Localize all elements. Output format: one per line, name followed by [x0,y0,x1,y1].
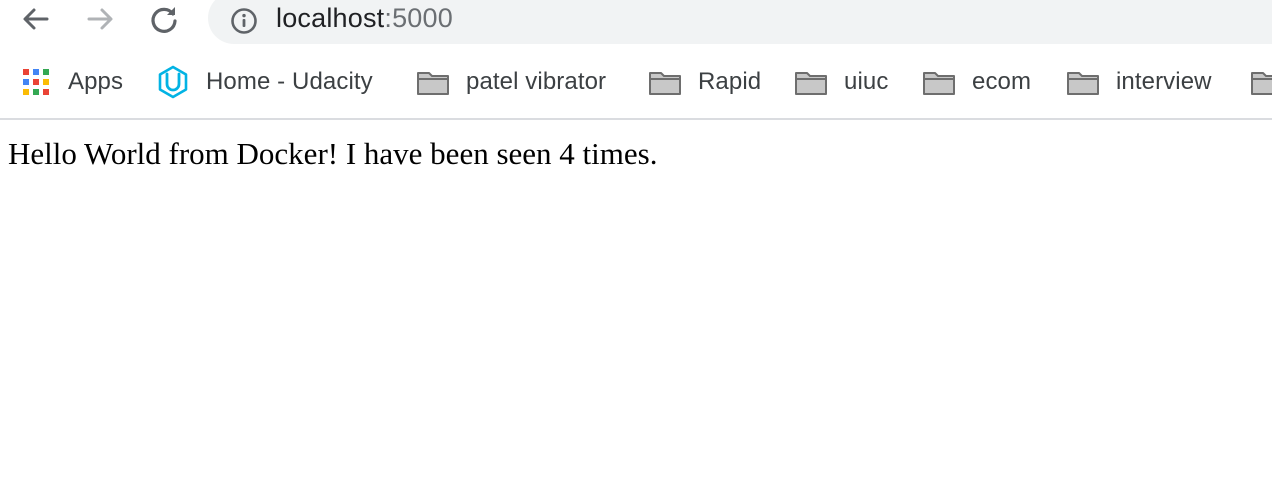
page-message: Hello World from Docker! I have been see… [8,136,658,171]
apps-grid-icon [23,69,49,95]
folder-icon [795,72,827,95]
bookmark-label: uiuc [844,68,889,95]
browser-toolbar: localhost:5000 [0,0,1272,46]
reload-button[interactable] [144,0,184,38]
bookmark-label: Apps [68,68,124,95]
folder-icon [649,72,681,95]
arrow-left-icon [23,8,49,30]
bookmark-label: Home - Udacity [206,68,373,95]
bookmark-label: interview [1116,68,1212,95]
bookmark-apps[interactable]: Apps [22,64,123,100]
bookmark-folder-overflow[interactable] [1250,64,1272,100]
bookmarks-bar: Apps Home - Udacity patel vibrator Rapid… [0,46,1272,120]
forward-button[interactable] [80,0,120,38]
folder-icon [1251,72,1272,95]
bookmark-label: patel vibrator [466,68,607,95]
bookmark-home-udacity[interactable]: Home - Udacity [156,64,373,100]
url-host: localhost [276,3,385,33]
bookmark-folder-rapid[interactable]: Rapid [648,64,761,100]
info-icon[interactable] [230,7,258,35]
folder-icon [417,72,449,95]
address-bar[interactable]: localhost:5000 [208,0,1272,44]
arrow-right-icon [87,8,113,30]
folder-icon [923,72,955,95]
address-url[interactable]: localhost:5000 [276,3,453,34]
bookmark-folder-uiuc[interactable]: uiuc [794,64,888,100]
udacity-logo-icon [158,65,188,99]
bookmark-label: ecom [972,68,1032,95]
back-button[interactable] [16,0,56,38]
reload-icon [151,7,177,33]
folder-icon [1067,72,1099,95]
bookmark-folder-patel-vibrator[interactable]: patel vibrator [416,64,606,100]
bookmark-folder-interview[interactable]: interview [1066,64,1212,100]
bookmark-label: Rapid [698,68,762,95]
bookmark-folder-ecom[interactable]: ecom [922,64,1031,100]
url-port: :5000 [384,3,453,33]
